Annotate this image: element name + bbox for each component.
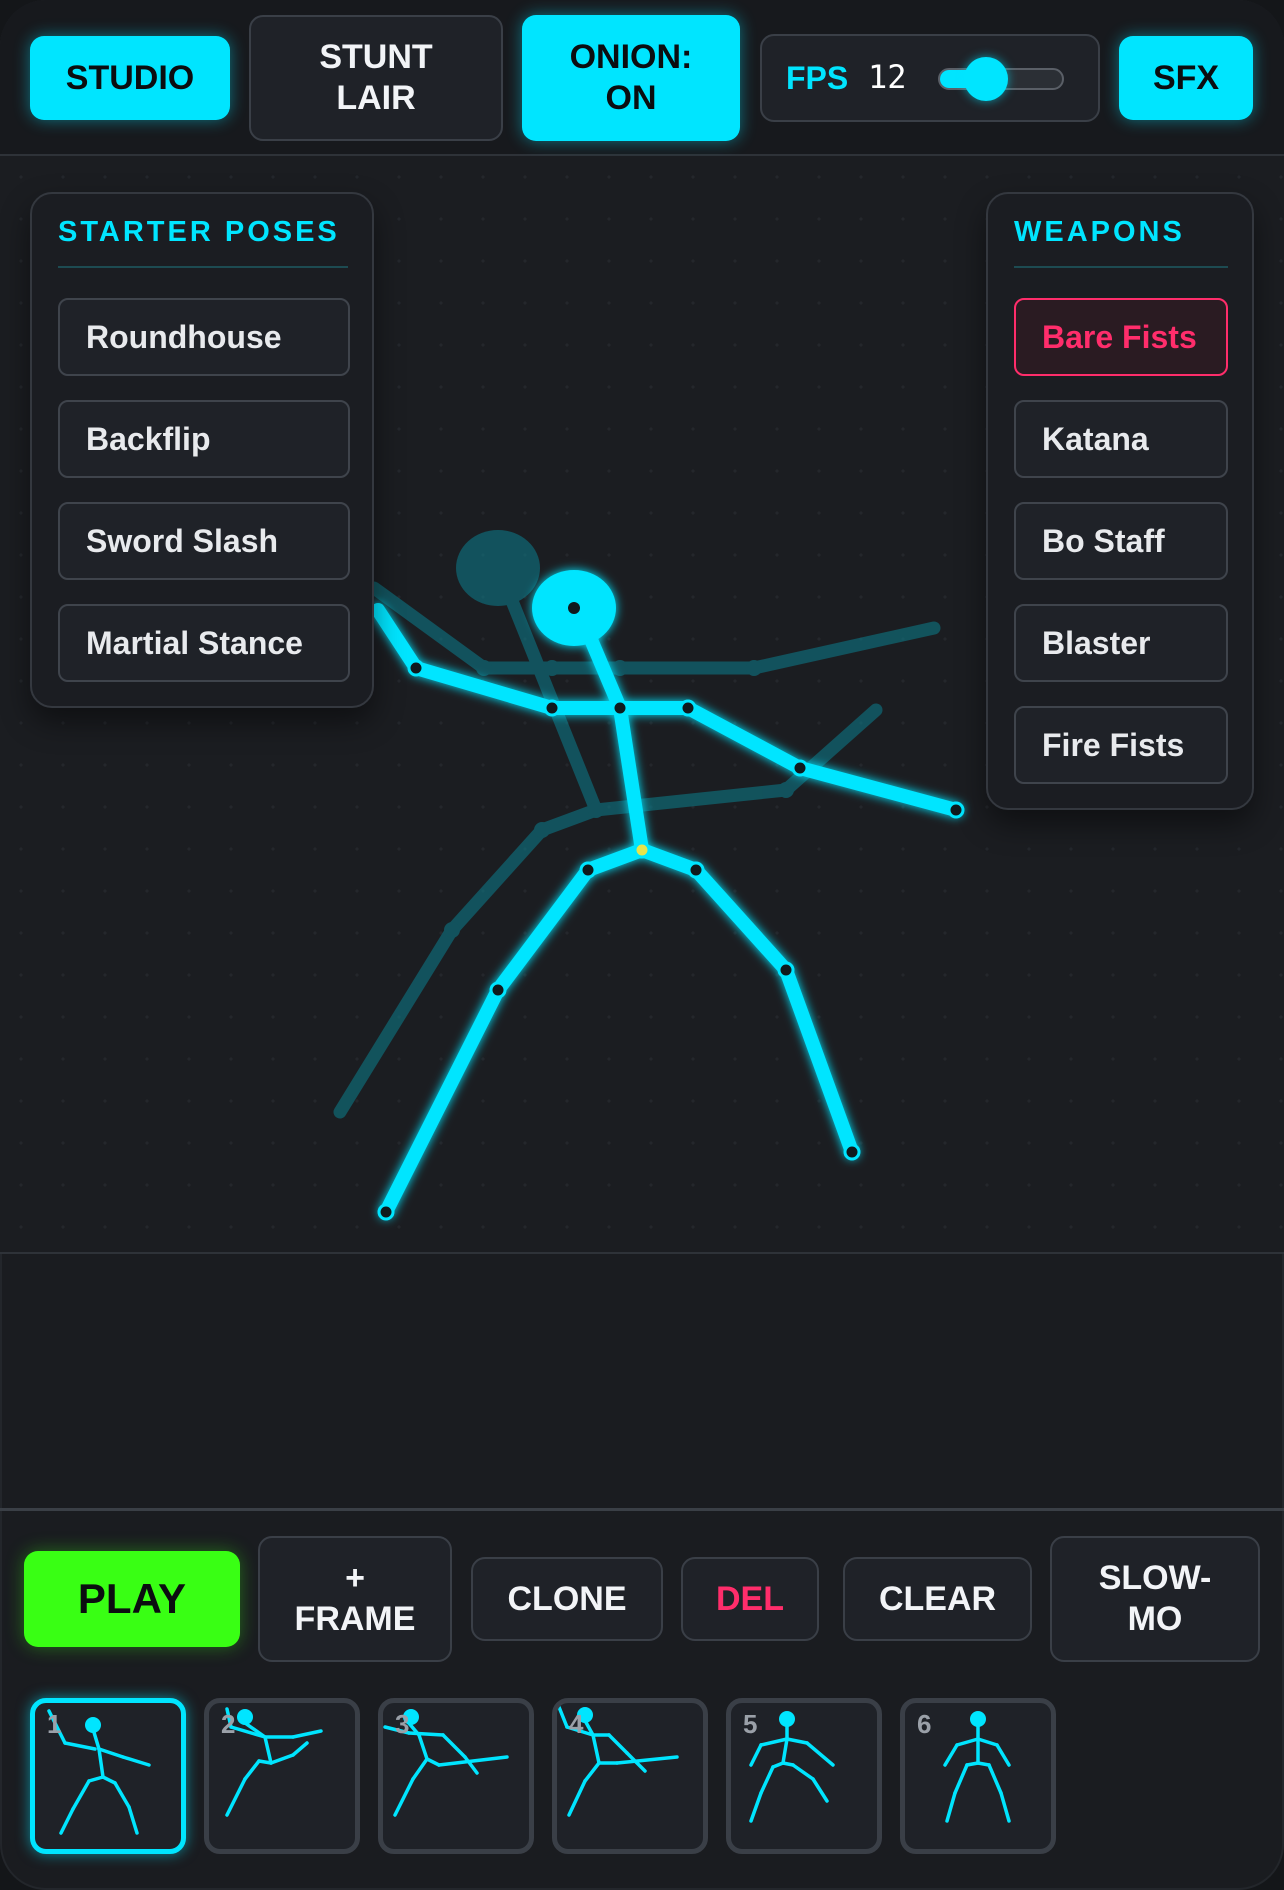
slow-mo-button[interactable]: SLOW- MO [1050, 1536, 1260, 1662]
frame-number: 5 [743, 1709, 758, 1739]
panel-divider [58, 266, 348, 268]
panel-divider [1014, 266, 1228, 268]
app-frame: STUDIO STUNT LAIR ONION: ON FPS 12 SFX S… [0, 0, 1284, 1890]
frame-number: 6 [917, 1709, 932, 1739]
starter-poses-panel: STARTER POSES Roundhouse Backflip Sword … [30, 192, 374, 708]
pose-martial-stance[interactable]: Martial Stance [58, 604, 350, 682]
frame-thumbnail[interactable]: 2 [204, 1698, 360, 1854]
controls-divider [0, 1508, 1284, 1511]
pose-roundhouse[interactable]: Roundhouse [58, 298, 350, 376]
frame-number: 3 [395, 1709, 410, 1739]
frame-thumbnail[interactable]: 4 [552, 1698, 708, 1854]
frame-thumbnail[interactable]: 3 [378, 1698, 534, 1854]
frame-thumbnail[interactable]: 1 [30, 1698, 186, 1854]
weapons-title: WEAPONS [1014, 216, 1185, 248]
frame-number: 1 [47, 1709, 62, 1739]
pose-sword-slash[interactable]: Sword Slash [58, 502, 350, 580]
weapon-blaster[interactable]: Blaster [1014, 604, 1228, 682]
clear-button[interactable]: CLEAR [843, 1557, 1032, 1641]
weapons-panel: WEAPONS Bare Fists Katana Bo Staff Blast… [986, 192, 1254, 810]
weapon-bo-staff[interactable]: Bo Staff [1014, 502, 1228, 580]
frame-number: 4 [569, 1709, 584, 1739]
frame-number: 2 [221, 1709, 236, 1739]
delete-button[interactable]: DEL [681, 1557, 819, 1641]
weapon-katana[interactable]: Katana [1014, 400, 1228, 478]
weapon-bare-fists[interactable]: Bare Fists [1014, 298, 1228, 376]
clone-button[interactable]: CLONE [471, 1557, 663, 1641]
play-button[interactable]: PLAY [24, 1551, 240, 1647]
starter-poses-title: STARTER POSES [58, 216, 340, 248]
weapon-fire-fists[interactable]: Fire Fists [1014, 706, 1228, 784]
frame-thumbnail[interactable]: 5 [726, 1698, 882, 1854]
frame-thumbnail[interactable]: 6 [900, 1698, 1056, 1854]
pose-backflip[interactable]: Backflip [58, 400, 350, 478]
add-frame-button[interactable]: + FRAME [258, 1536, 452, 1662]
